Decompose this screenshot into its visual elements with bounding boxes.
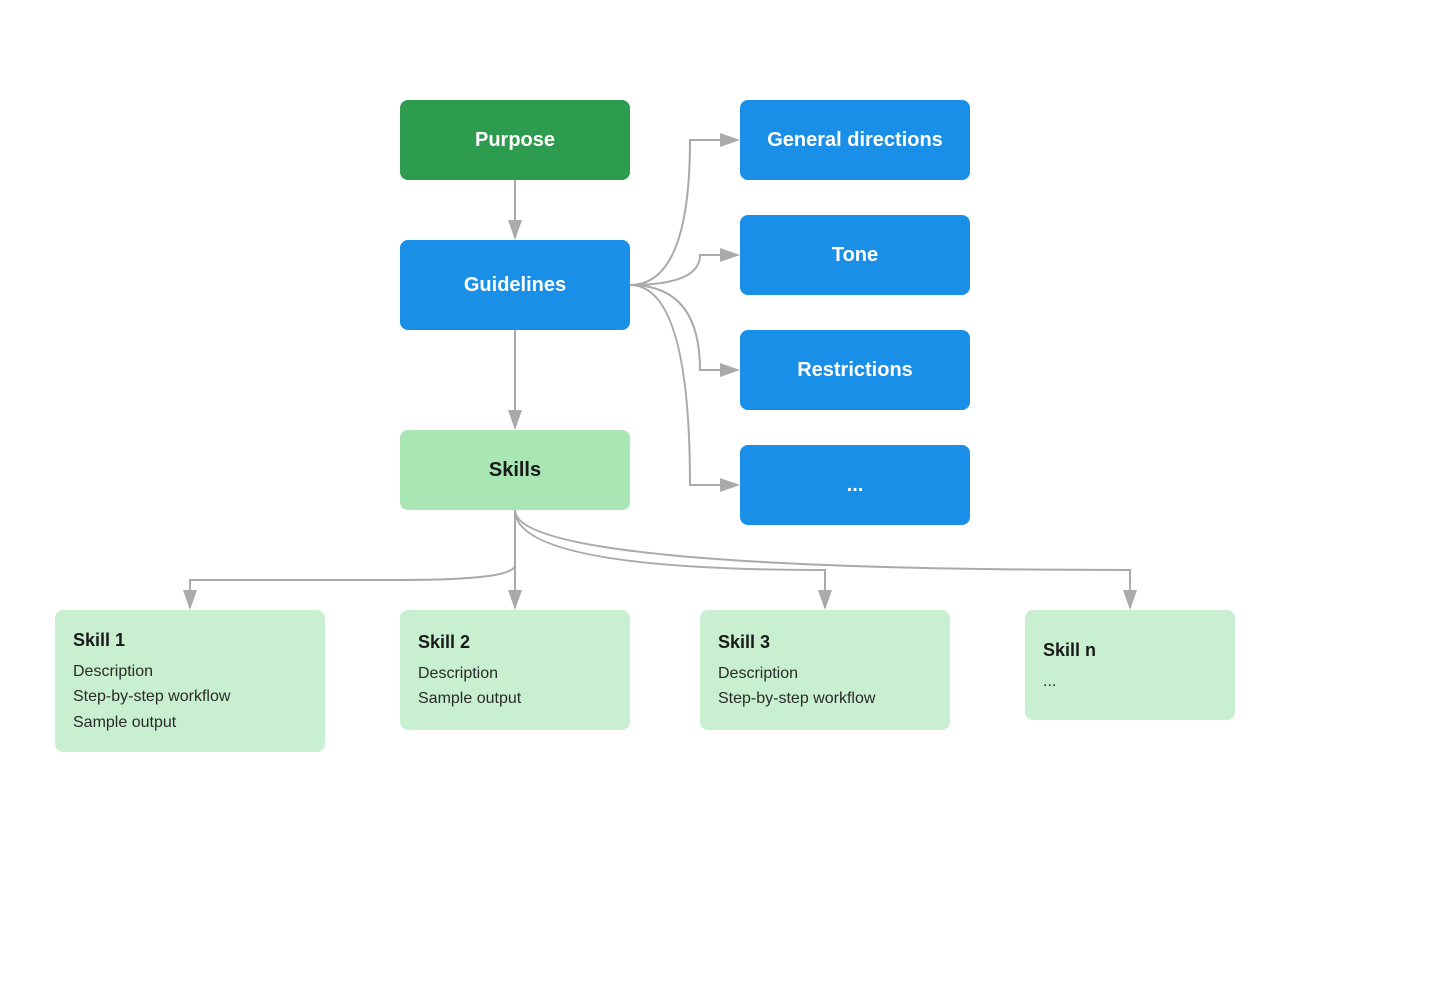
- skilln-line1: ...: [1043, 669, 1056, 695]
- skill1-line2: Step-by-step workflow: [73, 684, 230, 710]
- skilln-title: Skill n: [1043, 636, 1096, 665]
- skills-node: Skills: [400, 430, 630, 510]
- tone-label: Tone: [832, 244, 878, 267]
- connectors-svg: [0, 0, 1430, 982]
- purpose-label: Purpose: [475, 129, 555, 152]
- skilln-node: Skill n ...: [1025, 610, 1235, 720]
- skill1-title: Skill 1: [73, 626, 125, 655]
- skill1-line1: Description: [73, 659, 153, 685]
- skills-label: Skills: [489, 459, 541, 482]
- tone-node: Tone: [740, 215, 970, 295]
- skill2-line2: Sample output: [418, 686, 521, 712]
- purpose-node: Purpose: [400, 100, 630, 180]
- general-directions-label: General directions: [767, 129, 943, 152]
- ellipsis-right-node: ...: [740, 445, 970, 525]
- skill2-node: Skill 2 Description Sample output: [400, 610, 630, 730]
- skill2-line1: Description: [418, 661, 498, 687]
- restrictions-label: Restrictions: [797, 359, 913, 382]
- skill3-title: Skill 3: [718, 628, 770, 657]
- general-directions-node: General directions: [740, 100, 970, 180]
- guidelines-node: Guidelines: [400, 240, 630, 330]
- restrictions-node: Restrictions: [740, 330, 970, 410]
- skill1-node: Skill 1 Description Step-by-step workflo…: [55, 610, 325, 752]
- diagram-container: Purpose Guidelines General directions To…: [0, 0, 1430, 982]
- ellipsis-right-label: ...: [847, 474, 864, 497]
- skill3-line1: Description: [718, 661, 798, 687]
- skill3-line2: Step-by-step workflow: [718, 686, 875, 712]
- skill3-node: Skill 3 Description Step-by-step workflo…: [700, 610, 950, 730]
- skill1-line3: Sample output: [73, 710, 176, 736]
- skill2-title: Skill 2: [418, 628, 470, 657]
- guidelines-label: Guidelines: [464, 274, 566, 297]
